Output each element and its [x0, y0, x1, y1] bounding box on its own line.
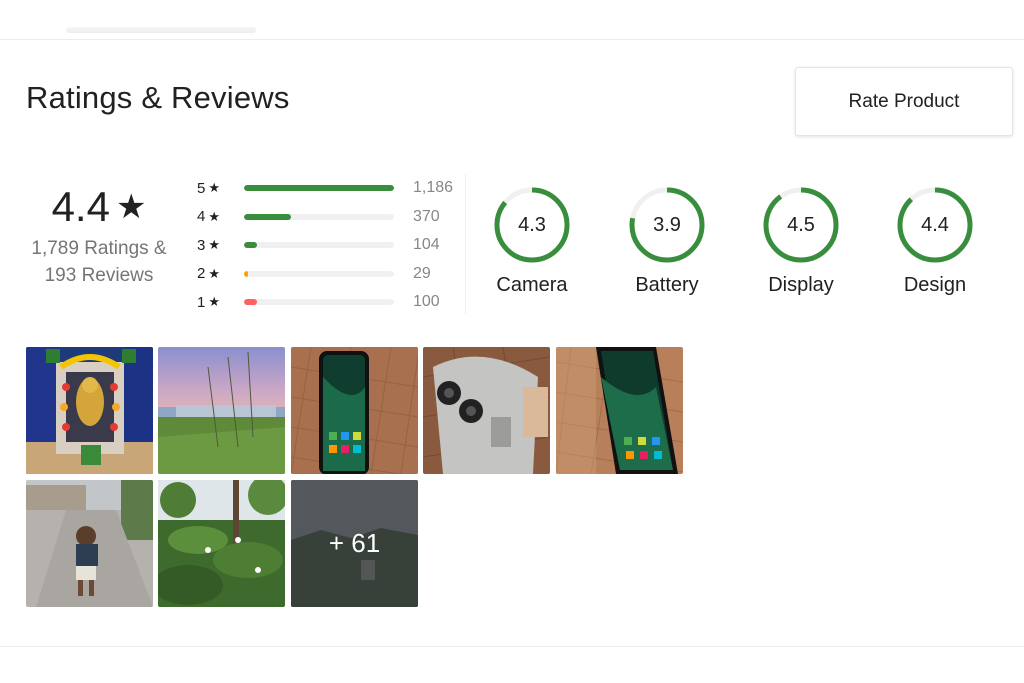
aspect-rating-battery[interactable]: 3.9 Battery	[617, 186, 717, 297]
rating-bar-track	[244, 299, 394, 306]
rating-row-2[interactable]: 2 ★ 29	[197, 260, 467, 289]
aspect-name: Design	[903, 274, 967, 296]
reviews-count: 193 Reviews	[44, 265, 154, 286]
aspect-name: Camera	[496, 274, 568, 296]
rating-row-4[interactable]: 4 ★ 370	[197, 203, 467, 232]
rating-star-number: 2	[197, 265, 206, 283]
ratings-count: 1,789 Ratings &	[31, 238, 167, 259]
aspect-value: 4.4	[921, 213, 949, 236]
star-icon: ★	[208, 237, 220, 253]
review-image-child-street[interactable]	[26, 480, 153, 607]
rating-count: 104	[413, 236, 440, 254]
rating-ring: 4.4	[896, 186, 974, 264]
review-image-more[interactable]: + 61	[291, 480, 418, 607]
rating-ring: 4.5	[762, 186, 840, 264]
rating-bar-track	[244, 213, 394, 220]
rating-bar-fill	[244, 213, 291, 220]
star-icon: ★	[208, 208, 220, 224]
review-image-phone-screen-2[interactable]	[556, 347, 683, 474]
rating-star-number: 3	[197, 236, 206, 254]
rating-ring: 3.9	[628, 186, 706, 264]
rating-row-5[interactable]: 5 ★ 1,186	[197, 174, 467, 203]
rating-bar-track	[244, 185, 394, 192]
rating-bar-fill	[244, 242, 258, 249]
aspect-value: 4.3	[518, 213, 546, 236]
aspect-rating-camera[interactable]: 4.3 Camera	[482, 186, 582, 297]
aspect-rating-design[interactable]: 4.4 Design	[885, 186, 985, 297]
more-images-count[interactable]: + 61	[291, 480, 418, 607]
rating-bar-fill	[244, 299, 257, 306]
review-image-phone-back[interactable]	[423, 347, 550, 474]
aspect-name: Display	[768, 274, 834, 296]
rating-count: 370	[413, 207, 440, 225]
star-icon: ★	[208, 180, 220, 196]
rating-bar-fill	[244, 185, 394, 192]
rating-count: 100	[413, 293, 440, 311]
star-icon: ★	[208, 265, 220, 281]
vertical-divider	[465, 174, 466, 314]
star-icon: ★	[115, 188, 147, 226]
rating-star-number: 1	[197, 293, 206, 311]
aspect-value: 4.5	[787, 213, 815, 236]
review-image-green-plants[interactable]	[158, 480, 285, 607]
top-shadow-decoration	[66, 27, 256, 33]
review-image-temple-idol[interactable]	[26, 347, 153, 474]
aspect-rating-display[interactable]: 4.5 Display	[751, 186, 851, 297]
rating-star-number: 5	[197, 179, 206, 197]
review-image-phone-screen-1[interactable]	[291, 347, 418, 474]
rating-count: 1,186	[413, 179, 454, 197]
bottom-divider	[0, 646, 1024, 647]
average-rating-value: 4.4	[51, 183, 110, 230]
rating-ring: 4.3	[493, 186, 571, 264]
top-divider	[0, 39, 1024, 40]
rating-distribution: 5 ★ 1,186 4 ★ 370 3 ★ 104 2 ★ 29 1 ★ 100	[197, 174, 467, 317]
rating-bar-track	[244, 242, 394, 249]
average-rating-summary: 4.4 ★ 1,789 Ratings & 193 Reviews	[24, 183, 174, 289]
rating-bar-fill	[244, 270, 248, 277]
star-icon: ★	[208, 294, 220, 310]
rate-product-button[interactable]: Rate Product	[795, 67, 1013, 136]
rating-row-1[interactable]: 1 ★ 100	[197, 288, 467, 317]
rating-bar-track	[244, 270, 394, 277]
rating-row-3[interactable]: 3 ★ 104	[197, 231, 467, 260]
aspect-name: Battery	[635, 274, 699, 296]
section-title: Ratings & Reviews	[26, 80, 290, 115]
rating-star-number: 4	[197, 208, 206, 226]
rating-count: 29	[413, 264, 431, 282]
aspect-value: 3.9	[653, 213, 681, 236]
review-image-field-sky[interactable]	[158, 347, 285, 474]
